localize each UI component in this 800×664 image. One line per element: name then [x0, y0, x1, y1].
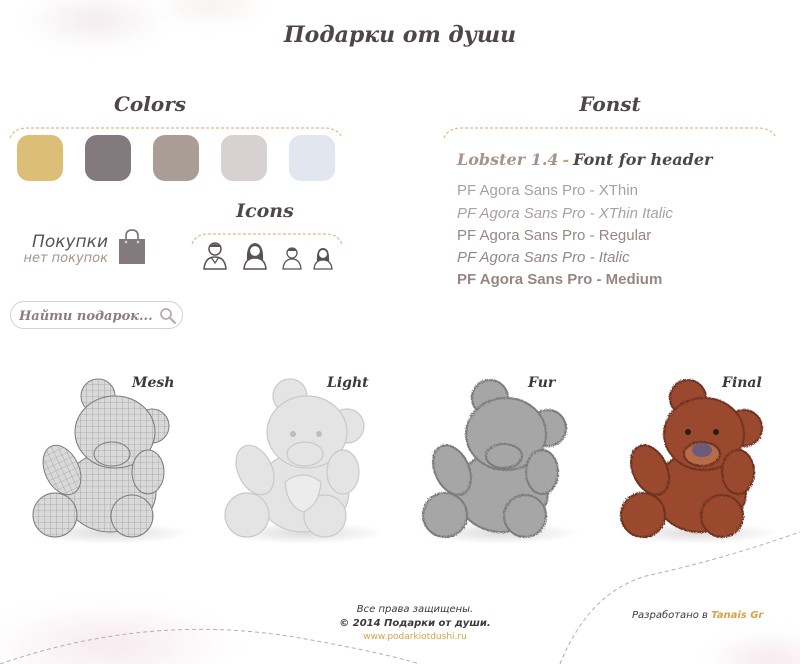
fonts-dashed-divider — [443, 127, 777, 139]
cart-label: Покупки — [32, 232, 108, 252]
man-icon — [203, 242, 227, 270]
header-font-description: Font for header — [573, 150, 713, 169]
footer-rights: Все права защищены. — [356, 604, 474, 615]
bear-final-image — [620, 379, 763, 538]
bear-mesh-image — [32, 378, 170, 538]
colors-section-title: Colors — [114, 92, 186, 116]
search-icon[interactable] — [159, 307, 177, 325]
footer-copyright: © 2014 Подарки от души. — [339, 618, 491, 629]
color-swatch — [153, 135, 199, 181]
header-font-separator: - — [562, 150, 570, 169]
bear-light-image — [224, 378, 365, 538]
fonts-section-title: Fonst — [579, 92, 641, 116]
font-sample-italic: PF Agora Sans Pro - Italic — [457, 249, 630, 266]
footer-dev-prefix: Разработано в — [632, 610, 708, 621]
footer-developer: Разработано в Tanais Gr — [632, 610, 763, 621]
bear-label-final: Final — [722, 375, 762, 391]
search-box[interactable] — [10, 301, 183, 329]
bear-fur-image — [422, 379, 567, 538]
boy-icon — [282, 247, 302, 270]
font-sample-medium: PF Agora Sans Pro - Medium — [457, 271, 663, 288]
footer-dev-link[interactable]: Tanais Gr — [711, 610, 763, 621]
font-sample-xthin: PF Agora Sans Pro - XThin — [457, 182, 638, 199]
shopping-bag-icon[interactable] — [118, 228, 146, 266]
footer-site-link[interactable]: www.podarkiotdushi.ru — [300, 632, 530, 642]
girl-icon — [313, 248, 333, 270]
color-swatch — [17, 135, 63, 181]
icons-section-title: Icons — [236, 200, 294, 222]
page-title: Подарки от души — [283, 22, 517, 48]
bear-label-fur: Fur — [528, 375, 556, 391]
woman-icon — [243, 243, 267, 270]
bear-label-light: Light — [327, 375, 369, 391]
footer-info: Все права защищены. © 2014 Подарки от ду… — [300, 604, 530, 642]
decorative-dashed-curve — [0, 531, 800, 664]
bear-label-mesh: Mesh — [132, 375, 175, 391]
color-swatch — [289, 135, 335, 181]
header-font-name: Lobster 1.4 — [457, 150, 559, 169]
font-sample-xthin-italic: PF Agora Sans Pro - XThin Italic — [457, 205, 673, 222]
search-input[interactable] — [19, 307, 159, 325]
cart-widget[interactable]: Покупки нет покупок — [18, 232, 108, 266]
font-header-sample: Lobster 1.4- Font for header — [457, 150, 712, 169]
cart-status: нет покупок — [23, 251, 108, 266]
color-swatch — [221, 135, 267, 181]
font-sample-regular: PF Agora Sans Pro - Regular — [457, 227, 652, 244]
color-swatch — [85, 135, 131, 181]
